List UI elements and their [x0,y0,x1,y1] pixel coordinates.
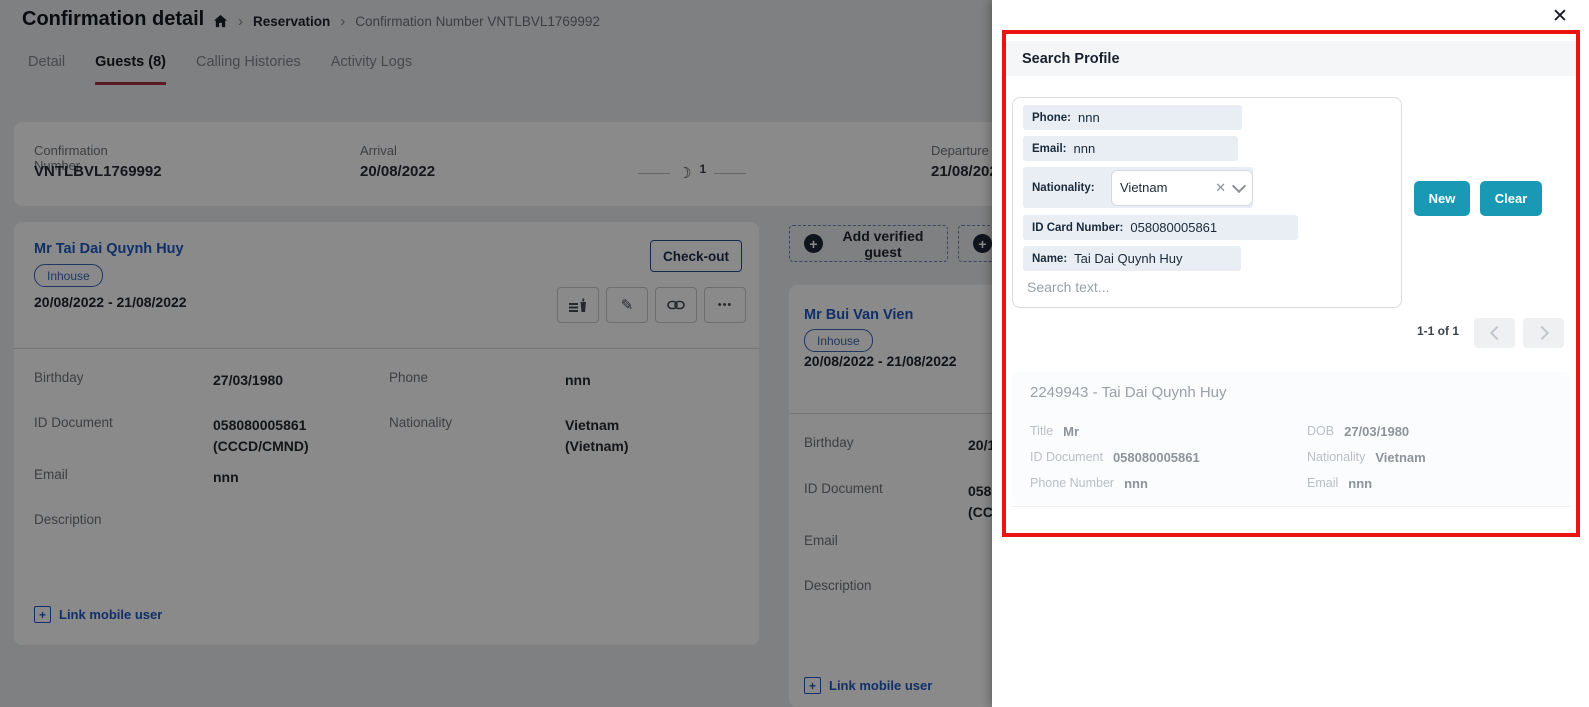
nationality-filter-chip: Nationality: Vietnam ✕ [1023,167,1253,208]
new-button[interactable]: New [1414,181,1470,216]
result-value: nnn [1348,476,1372,491]
result-value: Vietnam [1375,450,1425,465]
search-input[interactable] [1025,274,1379,300]
nationality-select[interactable]: Vietnam ✕ [1111,170,1253,206]
id-card-filter-value: 058080005861 [1130,220,1217,235]
search-filters-box: Phone: nnn Email: nnn Nationality: Vietn… [1012,97,1402,308]
result-label: Email [1307,476,1338,490]
drawer-title: Search Profile [1022,51,1120,67]
search-profile-drawer: ✕ Search Profile Phone: nnn Email: nnn N… [992,0,1589,707]
result-row: Title Mr DOB 27/03/1980 [1030,418,1550,444]
phone-filter-chip[interactable]: Phone: nnn [1023,105,1242,130]
result-label: DOB [1307,424,1334,438]
name-filter-chip[interactable]: Name: Tai Dai Quynh Huy [1023,246,1241,271]
chevron-down-icon[interactable] [1232,178,1246,192]
result-label: Nationality [1307,450,1365,464]
phone-filter-label: Phone: [1032,112,1071,124]
name-filter-value: Tai Dai Quynh Huy [1074,251,1182,266]
nationality-selected-value: Vietnam [1120,180,1215,195]
result-label: Phone Number [1030,476,1114,490]
result-header[interactable]: 2249943 - Tai Dai Quynh Huy [1030,384,1227,401]
chevron-right-icon [1534,326,1548,340]
email-filter-chip[interactable]: Email: nnn [1023,136,1238,161]
result-value: nnn [1124,476,1148,491]
result-fields: Title Mr DOB 27/03/1980 ID Document 0580… [1030,418,1550,496]
chevron-left-icon [1489,326,1503,340]
drawer-header: Search Profile [1006,41,1576,76]
clear-button[interactable]: Clear [1480,181,1542,216]
id-card-filter-chip[interactable]: ID Card Number: 058080005861 [1023,215,1298,240]
email-filter-label: Email: [1032,143,1067,155]
result-value: Mr [1063,424,1079,439]
result-row: ID Document 058080005861 Nationality Vie… [1030,444,1550,470]
result-label: ID Document [1030,450,1103,464]
highlight-box: Search Profile Phone: nnn Email: nnn Nat… [1002,30,1580,537]
result-value: 27/03/1980 [1344,424,1409,439]
close-icon[interactable]: ✕ [1548,4,1572,28]
app-window: Confirmation detail › Reservation › Conf… [0,0,1589,707]
id-card-filter-label: ID Card Number: [1032,222,1123,234]
clear-nationality-icon[interactable]: ✕ [1215,180,1226,196]
name-filter-label: Name: [1032,253,1067,265]
result-label: Title [1030,424,1053,438]
result-row: Phone Number nnn Email nnn [1030,470,1550,496]
result-divider [1012,506,1570,507]
email-filter-value: nnn [1074,141,1096,156]
nationality-filter-label: Nationality: [1032,182,1095,194]
result-value: 058080005861 [1113,450,1200,465]
pagination-prev-button[interactable] [1474,318,1515,348]
pagination-range: 1-1 of 1 [1339,324,1459,338]
pagination-next-button[interactable] [1523,318,1564,348]
phone-filter-value: nnn [1078,110,1100,125]
